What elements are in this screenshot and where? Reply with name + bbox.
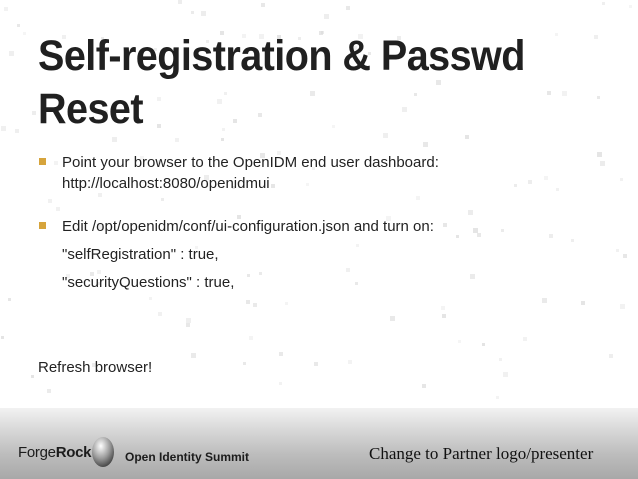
partner-placeholder-text: Change to Partner logo/presenter bbox=[369, 444, 594, 463]
closing-text: Refresh browser! bbox=[38, 359, 153, 376]
pattern-dot bbox=[442, 314, 446, 318]
pattern-dot bbox=[1, 336, 4, 339]
forgerock-pebble-icon bbox=[92, 437, 114, 467]
pattern-dot bbox=[555, 33, 558, 36]
pattern-dot bbox=[8, 298, 11, 301]
pattern-dot bbox=[423, 142, 428, 147]
pattern-dot bbox=[482, 343, 485, 346]
bullet-text: Edit /opt/openidm/conf/ui-configuration.… bbox=[62, 218, 434, 235]
pattern-dot bbox=[149, 297, 152, 300]
pattern-dot bbox=[422, 384, 426, 388]
pattern-dot bbox=[279, 382, 282, 385]
logo-text-forge: Forge bbox=[18, 444, 56, 461]
pattern-dot bbox=[562, 91, 567, 96]
pattern-dot bbox=[31, 375, 34, 378]
pattern-dot bbox=[390, 316, 395, 321]
pattern-dot bbox=[458, 340, 461, 343]
pattern-dot bbox=[602, 2, 605, 5]
pattern-dot bbox=[9, 51, 14, 56]
pattern-dot bbox=[581, 301, 585, 305]
pattern-dot bbox=[594, 35, 598, 39]
pattern-dot bbox=[609, 354, 613, 358]
pattern-dot bbox=[201, 11, 206, 16]
pattern-dot bbox=[499, 358, 502, 361]
pattern-dot bbox=[542, 298, 547, 303]
pattern-dot bbox=[221, 138, 224, 141]
pattern-dot bbox=[620, 304, 625, 309]
pattern-dot bbox=[246, 300, 250, 304]
pattern-dot bbox=[324, 14, 329, 19]
bullet-item-dashboard: Point your browser to the OpenIDM end us… bbox=[38, 152, 618, 194]
bullet-item-config: Edit /opt/openidm/conf/ui-configuration.… bbox=[38, 216, 618, 293]
pattern-dot bbox=[191, 11, 194, 14]
pattern-dot bbox=[112, 137, 117, 142]
pattern-dot bbox=[191, 353, 196, 358]
pattern-dot bbox=[496, 396, 499, 399]
pattern-dot bbox=[186, 318, 191, 323]
event-name: Open Identity Summit bbox=[125, 450, 250, 464]
pattern-dot bbox=[4, 7, 8, 11]
pattern-dot bbox=[175, 138, 179, 142]
pattern-dot bbox=[523, 337, 527, 341]
pattern-dot bbox=[249, 336, 253, 340]
pattern-dot bbox=[158, 312, 162, 316]
pattern-dot bbox=[285, 302, 288, 305]
pattern-dot bbox=[623, 254, 627, 258]
pattern-dot bbox=[47, 389, 51, 393]
pattern-dot bbox=[17, 24, 20, 27]
bullet-list: Point your browser to the OpenIDM end us… bbox=[38, 152, 618, 293]
pattern-dot bbox=[441, 306, 445, 310]
pattern-dot bbox=[253, 303, 257, 307]
config-line-security-questions: "securityQuestions" : true, bbox=[62, 274, 235, 291]
config-line-self-registration: "selfRegistration" : true, bbox=[62, 246, 219, 263]
slide: Self-registration & Passwd Reset Point y… bbox=[0, 0, 638, 479]
pattern-dot bbox=[348, 360, 352, 364]
pattern-dot bbox=[346, 6, 350, 10]
pattern-dot bbox=[503, 372, 508, 377]
bullet-text: Point your browser to the OpenIDM end us… bbox=[62, 154, 439, 192]
square-bullet-icon bbox=[39, 158, 46, 165]
pattern-dot bbox=[629, 5, 632, 8]
pattern-dot bbox=[279, 352, 283, 356]
logo-text-rock: Rock bbox=[55, 444, 92, 461]
pattern-dot bbox=[620, 178, 623, 181]
forgerock-logo: ForgeRock bbox=[18, 444, 91, 461]
pattern-dot bbox=[261, 3, 265, 7]
pattern-dot bbox=[178, 0, 182, 4]
pattern-dot bbox=[186, 323, 190, 327]
pattern-dot bbox=[314, 362, 318, 366]
pattern-dot bbox=[597, 96, 600, 99]
slide-title: Self-registration & Passwd Reset bbox=[38, 32, 525, 133]
pattern-dot bbox=[32, 111, 36, 115]
pattern-dot bbox=[23, 32, 26, 35]
pattern-dot bbox=[15, 129, 19, 133]
square-bullet-icon bbox=[39, 222, 46, 229]
pattern-dot bbox=[243, 362, 246, 365]
pattern-dot bbox=[1, 126, 6, 131]
footer-bar: ForgeRock Open Identity Summit Change to… bbox=[0, 408, 638, 479]
